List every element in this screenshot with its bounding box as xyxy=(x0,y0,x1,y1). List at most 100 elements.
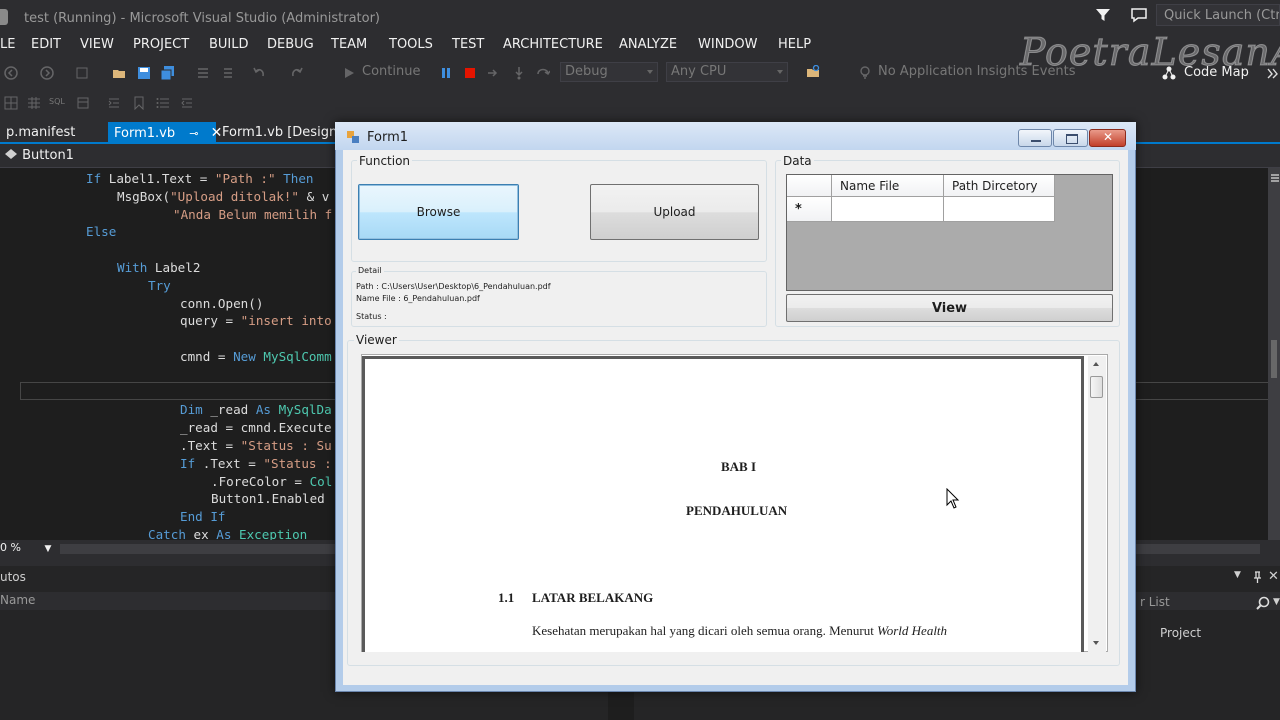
tab-form1-design[interactable]: Form1.vb [Design] xyxy=(216,122,348,144)
quick-launch-input[interactable]: Quick Launch (Ctrl+ xyxy=(1156,4,1280,26)
code-line[interactable]: If .Text = "Status : xyxy=(180,456,332,471)
menu-architecture[interactable]: ARCHITECTURE xyxy=(503,37,603,52)
minimize-button[interactable] xyxy=(1018,129,1052,147)
editor-scroll-thumb[interactable] xyxy=(1271,340,1277,378)
indent-icon[interactable] xyxy=(107,96,121,110)
column-header-name-file[interactable]: Name File xyxy=(832,175,944,197)
code-line[interactable]: Dim _read As MySqlDa xyxy=(180,402,332,417)
open-folder-icon[interactable] xyxy=(112,66,126,80)
menu-tools[interactable]: TOOLS xyxy=(389,37,433,52)
code-line[interactable]: Try xyxy=(148,278,171,293)
code-line[interactable]: Else xyxy=(86,224,116,239)
solution-platform-select[interactable]: Any CPU xyxy=(666,62,788,82)
pdf-scroll-thumb[interactable] xyxy=(1090,376,1103,398)
maximize-button[interactable] xyxy=(1053,129,1088,147)
menu-analyze[interactable]: ANALYZE xyxy=(619,37,677,52)
split-editor-icon[interactable] xyxy=(1270,172,1280,186)
code-map-label[interactable]: Code Map xyxy=(1184,65,1249,80)
menu-debug[interactable]: DEBUG xyxy=(267,37,314,52)
solution-configuration-select[interactable]: Debug xyxy=(560,62,658,82)
scroll-up-arrow-icon[interactable] xyxy=(1093,362,1099,366)
pin-icon[interactable]: ⊸ xyxy=(189,123,198,145)
overflow-icon[interactable] xyxy=(1266,66,1280,80)
error-list-tab[interactable]: r List xyxy=(1140,595,1170,609)
panel-splitter[interactable] xyxy=(608,690,634,720)
code-line[interactable]: cmnd = New MySqlComm xyxy=(180,349,332,364)
code-line[interactable]: With Label2 xyxy=(117,260,200,275)
outdent-icon[interactable] xyxy=(180,96,194,110)
column-header-path-directory[interactable]: Path Dircetory xyxy=(944,175,1055,197)
forward-icon[interactable] xyxy=(40,66,54,80)
grid-cell-name-file[interactable] xyxy=(832,197,944,222)
project-column-header[interactable]: Project xyxy=(1160,626,1201,640)
grid-cell-path-directory[interactable] xyxy=(944,197,1055,222)
sql-label[interactable]: SQL xyxy=(49,97,65,106)
break-all-icon[interactable] xyxy=(439,66,453,80)
feedback-icon[interactable] xyxy=(1130,7,1148,23)
member-dropdown[interactable]: Button1 xyxy=(4,148,74,163)
menu-edit[interactable]: EDIT xyxy=(31,37,61,52)
close-icon[interactable]: ✕ xyxy=(1268,569,1279,584)
bookmark-icon[interactable] xyxy=(132,96,146,110)
upload-button[interactable]: Upload xyxy=(590,184,759,240)
menu-project[interactable]: PROJECT xyxy=(133,37,189,52)
code-line[interactable]: query = "insert into xyxy=(180,313,332,328)
new-row-header[interactable]: * xyxy=(787,197,832,222)
step-into-icon[interactable] xyxy=(512,66,526,80)
code-line[interactable]: .Text = "Status : Su xyxy=(180,438,332,453)
save-icon[interactable] xyxy=(137,66,151,80)
form1-titlebar[interactable] xyxy=(335,122,1136,150)
code-line[interactable]: If Label1.Text = "Path :" Then xyxy=(86,171,314,186)
show-next-statement-icon[interactable] xyxy=(486,66,500,80)
back-icon[interactable] xyxy=(4,66,18,80)
pin-icon[interactable] xyxy=(1252,571,1263,583)
pdf-vertical-scrollbar[interactable] xyxy=(1088,356,1106,652)
uncomment-icon[interactable] xyxy=(220,66,234,80)
database-icon[interactable] xyxy=(76,96,90,110)
form-app-icon[interactable] xyxy=(347,131,359,143)
step-over-icon[interactable] xyxy=(536,66,550,80)
continue-icon[interactable] xyxy=(342,66,356,80)
application-insights-icon[interactable] xyxy=(858,66,872,80)
tab-app-manifest[interactable]: p.manifest xyxy=(0,122,81,144)
code-token: "Path :" xyxy=(214,171,276,186)
filter-icon[interactable] xyxy=(1095,7,1111,23)
view-button[interactable]: View xyxy=(786,294,1113,322)
undo-icon[interactable] xyxy=(252,66,266,80)
browse-button[interactable]: Browse xyxy=(358,184,519,240)
find-in-files-icon[interactable] xyxy=(806,65,820,79)
menu-file[interactable]: LE xyxy=(0,37,15,52)
search-options-icon[interactable]: ▼ xyxy=(1273,597,1280,607)
redo-icon[interactable] xyxy=(290,66,304,80)
table-icon[interactable] xyxy=(27,96,41,110)
menu-build[interactable]: BUILD xyxy=(209,37,249,52)
menu-view[interactable]: VIEW xyxy=(80,37,114,52)
save-all-icon[interactable] xyxy=(161,66,175,80)
code-line[interactable]: conn.Open() xyxy=(180,296,263,311)
menu-team[interactable]: TEAM xyxy=(331,37,367,52)
code-line[interactable]: Button1.Enabled xyxy=(211,491,325,506)
editor-margin[interactable] xyxy=(0,168,20,540)
menu-help[interactable]: HELP xyxy=(778,37,811,52)
grid-icon[interactable] xyxy=(4,96,18,110)
name-column-header[interactable]: Name xyxy=(0,593,35,607)
menu-window[interactable]: WINDOW xyxy=(698,37,758,52)
code-line[interactable]: End If xyxy=(180,509,226,524)
code-line[interactable]: "Anda Belum memilih f xyxy=(173,207,332,222)
close-window-button[interactable]: ✕ xyxy=(1089,129,1126,147)
code-map-icon[interactable] xyxy=(1162,66,1176,80)
search-icon[interactable] xyxy=(1256,596,1270,610)
code-line[interactable]: _read = cmnd.Execute xyxy=(180,420,332,435)
stop-debugging-icon[interactable] xyxy=(463,66,477,80)
code-line[interactable]: MsgBox("Upload ditolak!" & v xyxy=(117,189,329,204)
comment-icon[interactable] xyxy=(196,66,210,80)
panel-menu-icon[interactable]: ▼ xyxy=(1234,570,1241,580)
continue-label[interactable]: Continue xyxy=(362,64,420,79)
new-project-icon[interactable] xyxy=(75,66,89,80)
zoom-dropdown[interactable]: 0 % ▼ xyxy=(0,541,51,554)
scroll-down-arrow-icon[interactable] xyxy=(1093,641,1099,645)
tab-form1-vb[interactable]: Form1.vb ⊸ ✕ xyxy=(108,122,222,145)
menu-test[interactable]: TEST xyxy=(452,37,484,52)
list-icon[interactable] xyxy=(156,96,170,110)
code-line[interactable]: .ForeColor = Col xyxy=(211,474,332,489)
